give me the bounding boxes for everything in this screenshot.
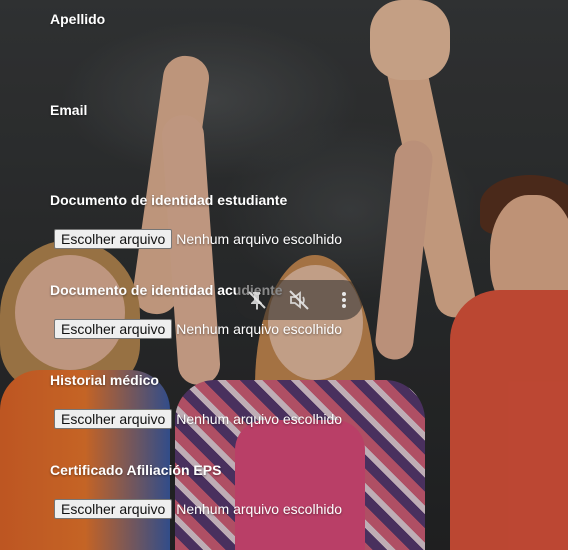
student-id-choose-file-button[interactable]: Escolher arquivo — [54, 229, 173, 249]
medical-history-label: Historial médico — [50, 372, 159, 388]
guardian-id-choose-file-button[interactable]: Escolher arquivo — [54, 319, 173, 339]
registration-form: Apellido Email Documento de identidad es… — [0, 0, 568, 550]
medical-history-file-input[interactable]: Escolher arquivo Nenhum arquivo escolhid… — [54, 409, 342, 429]
eps-certificate-file-status: Nenhum arquivo escolhido — [176, 501, 343, 517]
eps-certificate-label: Certificado Afiliación EPS — [50, 462, 222, 478]
more-vert-icon[interactable] — [332, 288, 356, 312]
guardian-id-file-status: Nenhum arquivo escolhido — [176, 321, 343, 337]
apellido-label: Apellido — [50, 11, 106, 27]
pin-off-icon[interactable] — [245, 288, 269, 312]
medical-history-choose-file-button[interactable]: Escolher arquivo — [54, 409, 173, 429]
student-id-label: Documento de identidad estudiante — [50, 192, 288, 208]
medical-history-file-status: Nenhum arquivo escolhido — [176, 411, 343, 427]
email-label: Email — [50, 102, 88, 118]
guardian-id-file-input[interactable]: Escolher arquivo Nenhum arquivo escolhid… — [54, 319, 342, 339]
student-id-file-input[interactable]: Escolher arquivo Nenhum arquivo escolhid… — [54, 229, 342, 249]
video-controls-overlay — [235, 280, 363, 320]
eps-certificate-choose-file-button[interactable]: Escolher arquivo — [54, 499, 173, 519]
student-id-file-status: Nenhum arquivo escolhido — [176, 231, 343, 247]
eps-certificate-file-input[interactable]: Escolher arquivo Nenhum arquivo escolhid… — [54, 499, 342, 519]
volume-off-icon[interactable] — [287, 288, 311, 312]
